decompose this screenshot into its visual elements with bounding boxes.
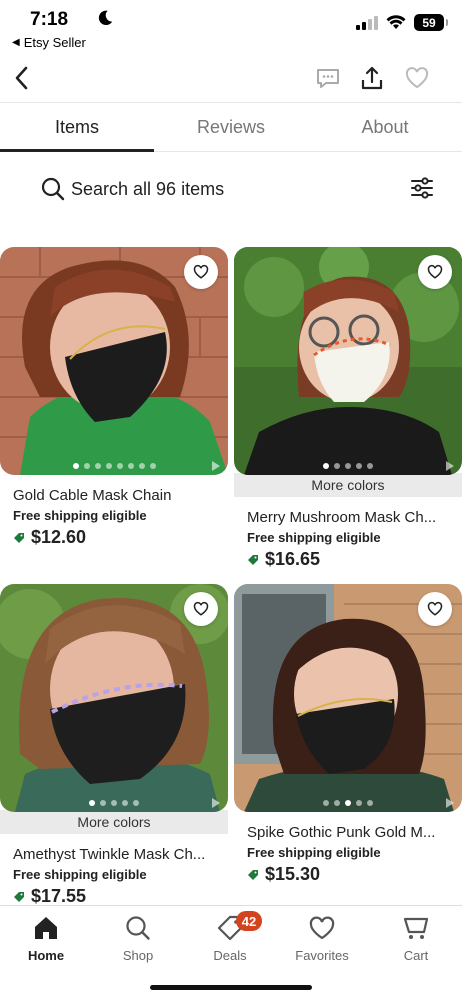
heart-icon[interactable] xyxy=(403,64,431,92)
image-carousel-dots xyxy=(234,463,462,469)
shop-tabs: Items Reviews About xyxy=(0,102,462,152)
battery-indicator: 59 xyxy=(414,14,448,31)
shipping-label: Free shipping eligible xyxy=(247,530,381,545)
home-icon xyxy=(35,917,57,939)
heart-icon xyxy=(193,601,209,616)
home-indicator[interactable] xyxy=(150,985,312,990)
cellular-signal-icon xyxy=(356,15,378,30)
product-title: Amethyst Twinkle Mask Ch... xyxy=(13,846,206,863)
product-title: Gold Cable Mask Chain xyxy=(13,487,172,504)
product-card[interactable]: Gold Cable Mask Chain Free shipping elig… xyxy=(0,247,228,548)
search-placeholder: Search all 96 items xyxy=(71,179,225,199)
tab-reviews[interactable]: Reviews xyxy=(154,103,308,151)
deals-badge: 42 xyxy=(236,911,262,931)
cart-icon xyxy=(403,917,429,939)
back-app-label: Etsy Seller xyxy=(23,35,86,50)
status-bar: 7:18 ◀ Etsy Seller 59 xyxy=(0,0,462,56)
search-bar[interactable]: Search all 96 items xyxy=(0,160,462,220)
product-price: $15.30 xyxy=(247,864,462,885)
video-indicator-icon xyxy=(212,798,220,808)
product-image[interactable] xyxy=(234,247,462,475)
shipping-label: Free shipping eligible xyxy=(13,867,147,882)
back-triangle-icon: ◀ xyxy=(12,37,20,48)
wifi-icon xyxy=(386,15,406,29)
product-card[interactable]: More colors Amethyst Twinkle Mask Ch... … xyxy=(0,584,228,907)
product-price: $17.55 xyxy=(13,886,228,907)
price-value: $15.30 xyxy=(265,864,321,884)
more-colors-label: More colors xyxy=(234,473,462,497)
sale-tag-icon xyxy=(248,869,258,880)
heart-icon xyxy=(309,916,335,940)
tab-home[interactable]: Home xyxy=(0,914,92,963)
product-image[interactable] xyxy=(0,584,228,812)
tab-favorites[interactable]: Favorites xyxy=(276,914,368,963)
sale-tag-icon xyxy=(14,532,24,543)
video-indicator-icon xyxy=(446,461,454,471)
more-colors-label: More colors xyxy=(0,810,228,834)
favorite-button[interactable] xyxy=(418,592,452,626)
back-arrow-icon[interactable] xyxy=(12,64,32,92)
tab-cart[interactable]: Cart xyxy=(370,914,462,963)
tab-cart-label: Cart xyxy=(403,948,429,963)
share-icon[interactable] xyxy=(358,64,386,92)
search-icon xyxy=(41,177,65,201)
heart-icon xyxy=(193,264,209,279)
image-carousel-dots xyxy=(0,463,228,469)
favorite-button[interactable] xyxy=(184,592,218,626)
tab-shop[interactable]: Shop xyxy=(92,914,184,963)
tab-deals-label: Deals xyxy=(213,948,247,963)
heart-icon xyxy=(427,264,443,279)
favorite-button[interactable] xyxy=(184,255,218,289)
product-price: $12.60 xyxy=(13,527,228,548)
filter-icon[interactable] xyxy=(410,176,434,200)
top-nav xyxy=(0,56,462,100)
video-indicator-icon xyxy=(212,461,220,471)
system-icons: 59 xyxy=(356,14,448,31)
search-icon xyxy=(126,916,150,940)
product-title: Merry Mushroom Mask Ch... xyxy=(247,509,437,526)
tab-home-label: Home xyxy=(27,948,65,963)
price-value: $17.55 xyxy=(31,886,87,906)
heart-icon xyxy=(427,601,443,616)
price-value: $16.65 xyxy=(265,549,321,569)
moon-icon xyxy=(98,10,113,26)
tab-shop-label: Shop xyxy=(122,948,154,963)
tab-favorites-label: Favorites xyxy=(295,948,349,963)
product-card[interactable]: More colors Merry Mushroom Mask Ch... Fr… xyxy=(234,247,462,570)
tab-about[interactable]: About xyxy=(308,103,462,151)
back-to-app-link[interactable]: ◀ Etsy Seller xyxy=(12,35,86,50)
product-card[interactable]: Spike Gothic Punk Gold M... Free shippin… xyxy=(234,584,462,885)
shipping-label: Free shipping eligible xyxy=(13,508,147,523)
price-value: $12.60 xyxy=(31,527,87,547)
image-carousel-dots xyxy=(0,800,228,806)
message-icon[interactable] xyxy=(314,64,342,92)
sale-tag-icon xyxy=(14,891,24,902)
clock: 7:18 xyxy=(30,9,69,30)
product-image[interactable] xyxy=(0,247,228,475)
favorite-button[interactable] xyxy=(418,255,452,289)
video-indicator-icon xyxy=(446,798,454,808)
sale-tag-icon xyxy=(248,554,258,565)
product-title: Spike Gothic Punk Gold M... xyxy=(247,824,436,841)
tab-items[interactable]: Items xyxy=(0,103,154,152)
shipping-label: Free shipping eligible xyxy=(247,845,381,860)
product-image[interactable] xyxy=(234,584,462,812)
product-price: $16.65 xyxy=(247,549,462,570)
tab-deals[interactable]: 42 Deals xyxy=(184,911,276,963)
previous-row-peek xyxy=(0,218,462,230)
image-carousel-dots xyxy=(234,800,462,806)
